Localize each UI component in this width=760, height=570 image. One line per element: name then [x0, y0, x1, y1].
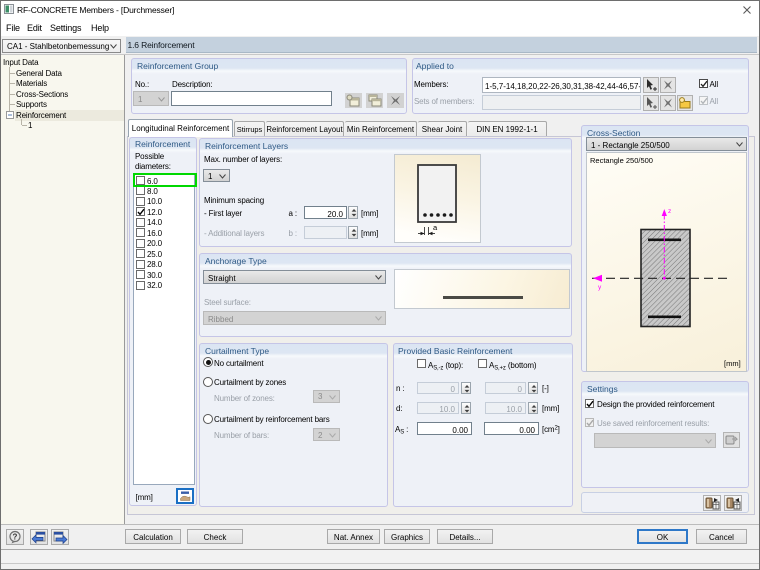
svg-text:[mm]: [mm]: [724, 359, 741, 368]
svg-text:y: y: [598, 284, 602, 291]
svg-text:?: ?: [13, 533, 18, 542]
svg-text:Rectangle 250/500: Rectangle 250/500: [590, 156, 653, 165]
svg-text:z: z: [668, 208, 671, 215]
svg-text:a: a: [433, 223, 438, 232]
